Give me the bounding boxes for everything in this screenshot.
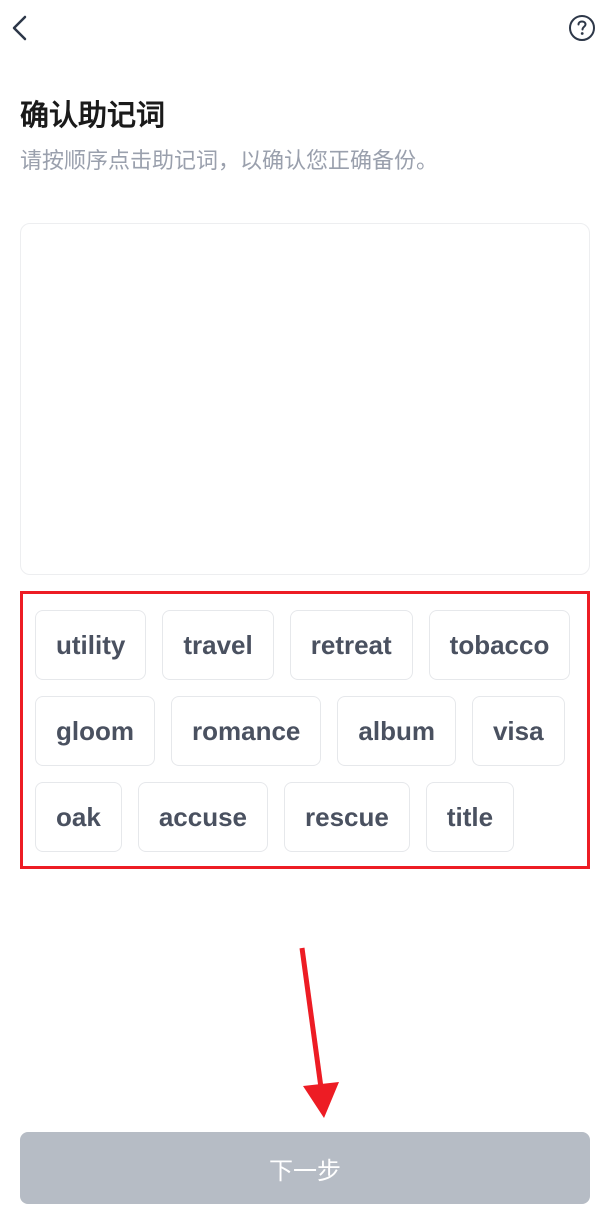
word-chip-travel[interactable]: travel — [162, 610, 273, 680]
mnemonic-words-container: utility travel retreat tobacco gloom rom… — [20, 591, 590, 869]
main-content: 确认助记词 请按顺序点击助记词，以确认您正确备份。 utility travel… — [0, 56, 610, 869]
page-title: 确认助记词 — [20, 92, 590, 134]
next-button[interactable]: 下一步 — [20, 1132, 590, 1204]
chevron-left-icon — [9, 14, 31, 42]
word-chip-visa[interactable]: visa — [472, 696, 565, 766]
selected-words-area[interactable] — [20, 223, 590, 575]
help-button[interactable] — [566, 12, 598, 44]
word-chip-tobacco[interactable]: tobacco — [429, 610, 571, 680]
question-circle-icon — [568, 14, 596, 42]
word-chip-gloom[interactable]: gloom — [35, 696, 155, 766]
page-subtitle: 请按顺序点击助记词，以确认您正确备份。 — [20, 144, 590, 177]
back-button[interactable] — [6, 14, 34, 42]
word-chip-album[interactable]: album — [337, 696, 456, 766]
header-bar — [0, 0, 610, 56]
word-chip-oak[interactable]: oak — [35, 782, 122, 852]
word-chip-rescue[interactable]: rescue — [284, 782, 410, 852]
word-chip-romance[interactable]: romance — [171, 696, 321, 766]
word-chip-title[interactable]: title — [426, 782, 514, 852]
annotation-arrow-icon — [280, 940, 360, 1130]
word-chip-accuse[interactable]: accuse — [138, 782, 268, 852]
word-chip-utility[interactable]: utility — [35, 610, 146, 680]
word-chip-retreat[interactable]: retreat — [290, 610, 413, 680]
